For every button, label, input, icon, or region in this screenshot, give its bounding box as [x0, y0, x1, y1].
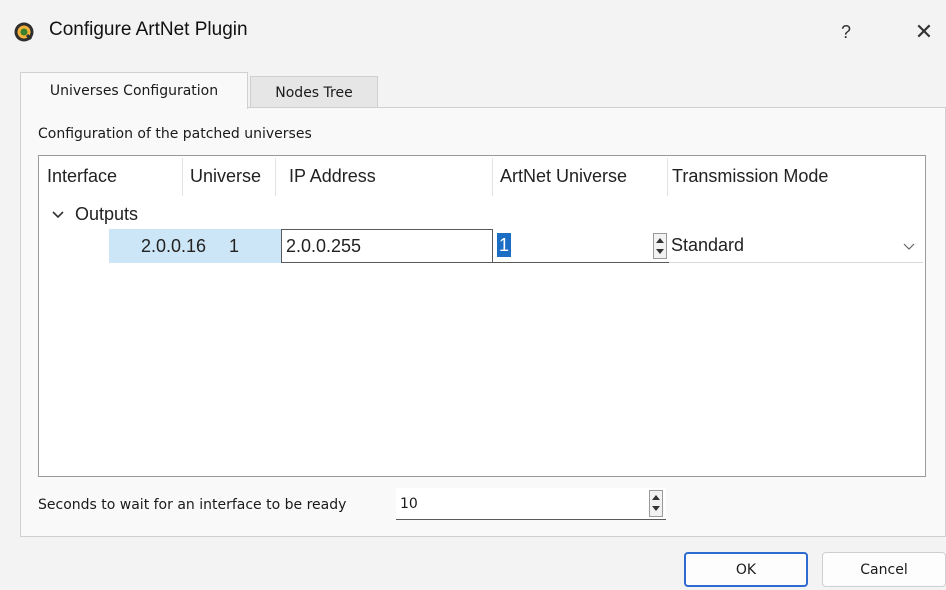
tree-group-outputs[interactable]: Outputs — [47, 202, 138, 226]
wait-label: Seconds to wait for an interface to be r… — [38, 497, 347, 513]
chevron-down-icon[interactable] — [47, 203, 69, 225]
ip-address-input[interactable]: 2.0.0.255 — [281, 229, 493, 263]
spin-up-icon[interactable] — [650, 491, 662, 503]
configure-artnet-dialog: Configure ArtNet Plugin ? ✕ Universes Co… — [0, 0, 946, 590]
ok-button[interactable]: OK — [684, 552, 808, 587]
column-header-artnet-universe[interactable]: ArtNet Universe — [500, 166, 627, 187]
artnet-universe-spinbox[interactable]: 1 — [493, 229, 669, 263]
help-button[interactable]: ? — [829, 18, 863, 46]
group-label: Outputs — [75, 203, 139, 224]
close-button[interactable]: ✕ — [907, 18, 941, 46]
column-divider — [492, 158, 493, 196]
cell-interface[interactable]: 2.0.0.16 — [109, 229, 207, 263]
column-header-transmission-mode[interactable]: Transmission Mode — [672, 166, 828, 187]
tab-universes-configuration[interactable]: Universes Configuration — [20, 72, 248, 109]
universes-tree[interactable]: Interface Universe IP Address ArtNet Uni… — [38, 155, 926, 477]
tab-page-universes: Configuration of the patched universes I… — [20, 107, 946, 537]
column-header-interface[interactable]: Interface — [47, 166, 117, 187]
wait-seconds-spinbox[interactable]: 10 — [396, 488, 666, 520]
column-header-universe[interactable]: Universe — [190, 166, 261, 187]
spin-down-icon[interactable] — [654, 246, 666, 258]
cell-universe[interactable]: 1 — [207, 229, 281, 263]
spin-up-icon[interactable] — [654, 234, 666, 246]
title-bar: Configure ArtNet Plugin ? ✕ — [0, 0, 946, 62]
column-divider — [182, 158, 183, 196]
tab-nodes-tree[interactable]: Nodes Tree — [250, 76, 378, 109]
app-icon — [14, 22, 34, 42]
window-title: Configure ArtNet Plugin — [49, 19, 248, 40]
chevron-down-icon[interactable] — [903, 241, 915, 251]
artnet-universe-value: 1 — [497, 233, 512, 257]
wait-seconds-value: 10 — [400, 496, 418, 512]
column-divider — [275, 158, 276, 196]
spin-arrows-icon[interactable] — [653, 233, 667, 259]
spin-down-icon[interactable] — [650, 503, 662, 515]
transmission-mode-select[interactable]: Standard — [669, 229, 923, 263]
column-divider — [667, 158, 668, 196]
spin-arrows-icon[interactable] — [649, 490, 663, 517]
transmission-mode-value: Standard — [671, 235, 745, 255]
section-label: Configuration of the patched universes — [38, 126, 312, 142]
cancel-button[interactable]: Cancel — [822, 552, 946, 587]
column-header-ip-address[interactable]: IP Address — [289, 166, 376, 187]
